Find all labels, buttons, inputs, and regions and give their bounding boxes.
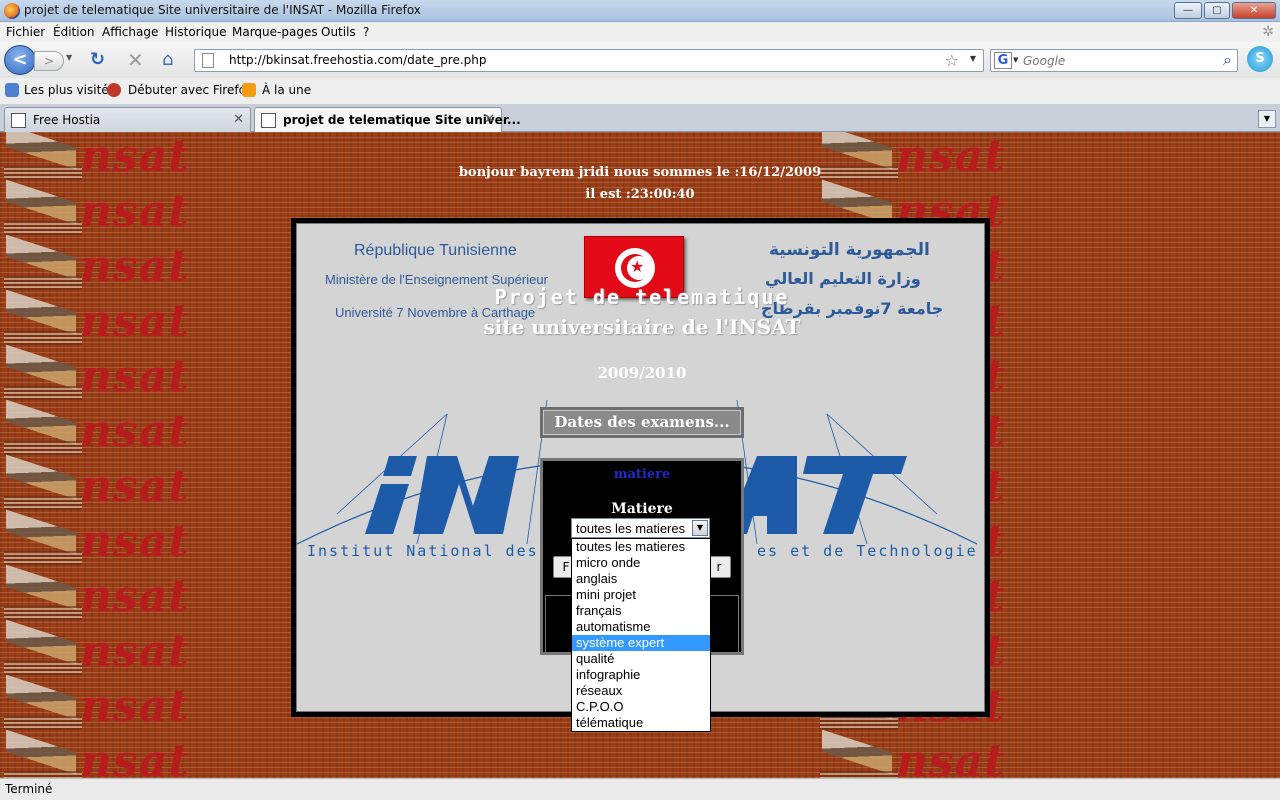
exam-dates-label: Dates des examens... xyxy=(543,410,741,435)
engine-dropdown-icon[interactable]: ▼ xyxy=(1013,56,1018,64)
option-automatisme[interactable]: automatisme xyxy=(572,619,710,635)
url-text[interactable]: http://bkinsat.freehostia.com/date_pre.p… xyxy=(229,53,487,67)
option-infographie[interactable]: infographie xyxy=(572,667,710,683)
search-input[interactable] xyxy=(1023,52,1213,69)
greeting-time: il est :23:00:40 xyxy=(585,187,695,202)
left-logo-column: nsat nsat nsat nsat nsat nsat nsat nsat nsat nsat… xyxy=(0,132,200,778)
option-cpoo[interactable]: C.P.O.O xyxy=(572,699,710,715)
bookmark-news[interactable]: À la une xyxy=(262,83,311,97)
back-button[interactable]: < xyxy=(4,45,36,75)
exam-dates-button[interactable]: Dates des examens... xyxy=(540,407,744,438)
fr-country: République Tunisienne xyxy=(354,242,517,259)
stop-icon[interactable]: ✕ xyxy=(127,50,144,70)
subject-select[interactable]: toutes les matieres ▼ xyxy=(571,518,710,538)
home-icon[interactable]: ⌂ xyxy=(162,50,173,70)
chevron-down-icon[interactable]: ▼ xyxy=(692,520,708,536)
project-title-line1: Projet de telematique xyxy=(494,285,790,309)
tab-label: Free Hostia xyxy=(33,113,101,127)
option-telematique[interactable]: télématique xyxy=(572,715,710,731)
insat-side-logo: nsat xyxy=(0,234,200,297)
close-tab-icon[interactable]: ✕ xyxy=(484,112,495,127)
ar-country: الجمهورية التونسية xyxy=(769,240,930,260)
option-mini-projet[interactable]: mini projet xyxy=(572,587,710,603)
option-anglais[interactable]: anglais xyxy=(572,571,710,587)
insat-side-logo: nsat xyxy=(816,132,1016,187)
subject-dropdown-list: toutes les matieres micro onde anglais m… xyxy=(571,538,711,732)
status-text: Terminé xyxy=(5,782,53,796)
insat-side-logo: nsat xyxy=(0,619,200,682)
option-reseaux[interactable]: réseaux xyxy=(572,683,710,699)
skype-icon[interactable]: S xyxy=(1247,46,1273,72)
bookmark-star-icon[interactable]: ☆ xyxy=(945,51,959,70)
academic-year: 2009/2010 xyxy=(597,364,687,382)
close-window-button[interactable]: ✕ xyxy=(1232,2,1276,19)
insat-side-logo: nsat xyxy=(0,454,200,517)
institute-name-right: es et de Technologie xyxy=(757,542,978,560)
forward-button[interactable]: > xyxy=(34,51,64,71)
greeting: bonjour bayrem jridi nous sommes le :16/… xyxy=(440,162,840,206)
institute-name-left: Institut National des xyxy=(307,542,539,560)
tab-list-button[interactable]: ▼ xyxy=(1258,110,1276,128)
form-header: matiere xyxy=(613,467,671,482)
insat-side-logo: nsat xyxy=(0,289,200,352)
menu-historique[interactable]: Historique xyxy=(165,25,227,39)
most-visited-icon xyxy=(5,83,19,97)
menu-affichage[interactable]: Affichage xyxy=(102,25,158,39)
greeting-date: bonjour bayrem jridi nous sommes le :16/… xyxy=(458,165,822,180)
tab-bar: Free Hostia ✕ projet de telematique Site… xyxy=(0,104,1280,133)
menu-help[interactable]: ? xyxy=(363,25,369,39)
subject-select-value: toutes les matieres xyxy=(576,521,686,536)
project-title-line2: site universitaire de l'INSAT xyxy=(483,315,801,339)
maximize-button[interactable]: ▢ xyxy=(1204,2,1230,19)
menu-marque-pages[interactable]: Marque-pages xyxy=(232,25,318,39)
project-title: Projet de telematique site universitaire… xyxy=(447,282,837,342)
option-qualite[interactable]: qualité xyxy=(572,651,710,667)
insat-side-logo: nsat xyxy=(0,564,200,627)
rss-icon xyxy=(242,83,256,97)
insat-side-logo: nsat xyxy=(0,344,200,407)
address-bar[interactable]: http://bkinsat.freehostia.com/date_pre.p… xyxy=(194,49,984,72)
firefox-icon xyxy=(4,3,20,19)
insat-side-logo: nsat xyxy=(0,399,200,462)
option-francais[interactable]: français xyxy=(572,603,710,619)
insat-side-logo: nsat xyxy=(0,674,200,737)
insat-side-logo: nsat xyxy=(0,509,200,572)
insat-side-logo: nsat xyxy=(0,729,200,778)
option-systeme-expert[interactable]: système expert xyxy=(572,635,710,651)
subject-label: Matiere xyxy=(611,501,673,517)
option-micro-onde[interactable]: micro onde xyxy=(572,555,710,571)
window-title: projet de telematique Site universitaire… xyxy=(24,3,421,17)
search-bar[interactable]: G ▼ ⌕ xyxy=(990,49,1238,72)
menu-edition[interactable]: Édition xyxy=(53,25,95,39)
free-hostia-icon xyxy=(11,113,26,128)
url-dropdown-icon[interactable]: ▼ xyxy=(970,54,976,63)
google-engine-icon[interactable]: G xyxy=(994,52,1012,69)
menu-outils[interactable]: Outils xyxy=(321,25,356,39)
menu-bar: Fichier Édition Affichage Historique Mar… xyxy=(0,22,1280,42)
bookmark-most-visited[interactable]: Les plus visités xyxy=(24,83,115,97)
close-tab-icon[interactable]: ✕ xyxy=(233,112,244,127)
window-titlebar: projet de telematique Site universitaire… xyxy=(0,0,1280,22)
tab-free-hostia[interactable]: Free Hostia ✕ xyxy=(4,107,251,132)
search-icon[interactable]: ⌕ xyxy=(1223,50,1232,70)
navigation-toolbar: < > ▼ ↻ ✕ ⌂ http://bkinsat.freehostia.co… xyxy=(0,42,1280,78)
history-dropdown-icon[interactable]: ▼ xyxy=(66,53,72,62)
throbber-icon: ✲ xyxy=(1262,24,1274,40)
insat-side-logo: nsat xyxy=(816,729,1016,778)
bookmark-getting-started[interactable]: Débuter avec Firefox xyxy=(128,83,253,97)
insat-side-logo: nsat xyxy=(0,179,200,242)
menu-fichier[interactable]: Fichier xyxy=(6,25,45,39)
page-icon xyxy=(261,113,276,128)
page-icon xyxy=(202,53,214,68)
status-bar: Terminé xyxy=(0,778,1280,800)
tab-projet-telematique[interactable]: projet de telematique Site univer... ✕ xyxy=(254,107,521,133)
firefox-bookmark-icon xyxy=(107,83,121,97)
option-toutes-les-matieres[interactable]: toutes les matieres xyxy=(572,539,710,555)
minimize-button[interactable]: — xyxy=(1174,2,1202,19)
reload-icon[interactable]: ↻ xyxy=(90,50,105,70)
bookmarks-toolbar: Les plus visités Débuter avec Firefox À … xyxy=(0,78,1280,104)
insat-side-logo: nsat xyxy=(0,132,200,187)
